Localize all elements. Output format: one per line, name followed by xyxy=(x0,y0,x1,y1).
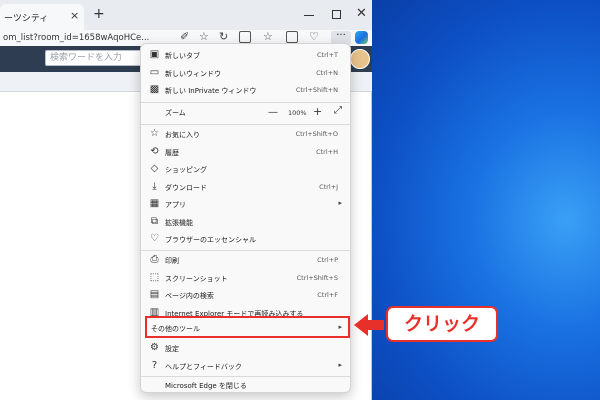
menu-item-shopping[interactable]: ◇ ショッピング xyxy=(141,161,350,179)
menu-item-screenshot[interactable]: ⬚ スクリーンショット Ctrl+Shift+S xyxy=(141,270,350,288)
menu-item-history[interactable]: ⟲ 履歴 Ctrl+H xyxy=(141,144,350,162)
menu-item-downloads[interactable]: ⤓ ダウンロード Ctrl+J xyxy=(141,179,350,197)
window-close-button[interactable]: ✕ xyxy=(356,6,367,21)
submenu-arrow-icon: ▸ xyxy=(338,199,342,207)
menu-item-zoom: ズーム — 100% + ⤢ xyxy=(141,104,350,122)
read-aloud-icon[interactable]: ✐ xyxy=(180,30,189,44)
menu-item-label: Microsoft Edge を閉じる xyxy=(165,382,247,390)
menu-item-label: ズーム xyxy=(165,109,186,117)
zoom-out-button[interactable]: — xyxy=(268,107,278,118)
menu-item-label: お気に入り xyxy=(165,131,200,139)
inprivate-icon: ▩ xyxy=(149,84,160,95)
help-icon: ? xyxy=(151,359,158,371)
menu-item-label: 新しいタブ xyxy=(165,52,200,60)
menu-item-shortcut: Ctrl+H xyxy=(316,147,338,156)
menu-item-label: ブラウザーのエッセンシャル xyxy=(165,236,256,244)
zoom-level: 100% xyxy=(288,109,307,117)
menu-item-shortcut: Ctrl+Shift+S xyxy=(296,273,338,282)
menu-item-shortcut: Ctrl+P xyxy=(317,256,338,264)
menu-item-close-edge[interactable]: Microsoft Edge を閉じる xyxy=(141,377,350,395)
menu-item-extensions[interactable]: ⧉ 拡張機能 xyxy=(141,214,350,232)
collections-icon[interactable] xyxy=(286,31,298,43)
menu-item-shortcut: Ctrl+Shift+N xyxy=(295,86,338,94)
menu-item-favorites[interactable]: ☆ お気に入り Ctrl+Shift+O xyxy=(141,126,350,144)
menu-item-label: ページ内の検索 xyxy=(165,292,214,300)
refresh-page-icon[interactable]: ↻ xyxy=(219,30,228,44)
menu-item-label: 拡張機能 xyxy=(165,218,193,227)
menu-item-label: 新しいウィンドウ xyxy=(165,69,221,78)
menu-item-shortcut: Ctrl+T xyxy=(317,51,338,59)
tab-close-button[interactable]: × xyxy=(70,9,79,22)
favorites-icon: ☆ xyxy=(150,128,159,139)
shopping-icon: ◇ xyxy=(150,163,159,174)
site-search-input[interactable]: 検索ワードを入力 xyxy=(45,50,145,66)
history-icon: ⟲ xyxy=(150,145,159,157)
fullscreen-icon[interactable]: ⤢ xyxy=(334,105,342,116)
menu-divider xyxy=(141,102,350,103)
menu-item-new-inprivate-window[interactable]: ▩ 新しい InPrivate ウィンドウ Ctrl+Shift+N xyxy=(141,82,350,100)
menu-divider xyxy=(141,124,350,125)
apps-icon: ▦ xyxy=(149,198,160,209)
highlight-box xyxy=(145,316,350,338)
menu-item-shortcut: Ctrl+N xyxy=(316,68,338,77)
click-callout: クリック xyxy=(386,306,498,342)
pointer-arrow-icon xyxy=(354,314,384,336)
menu-item-browser-essentials[interactable]: ♡ ブラウザーのエッセンシャル xyxy=(141,231,350,249)
menu-item-label: ダウンロード xyxy=(165,183,207,192)
menu-item-settings[interactable]: ⚙ 設定 xyxy=(141,340,350,358)
copilot-icon[interactable] xyxy=(355,31,368,44)
extensions-icon: ⧉ xyxy=(150,215,159,227)
tab-bar: ーツシティ × + ✕ xyxy=(0,0,372,30)
new-window-icon: ▭ xyxy=(149,66,160,78)
screenshot-icon: ⬚ xyxy=(149,271,160,283)
menu-item-label: アプリ xyxy=(165,201,186,209)
browser-essentials-icon[interactable]: ♡ xyxy=(309,30,319,44)
menu-item-label: ヘルプとフィードバック xyxy=(165,362,242,371)
menu-item-label: 履歴 xyxy=(165,148,179,157)
settings-menu: ▣ 新しいタブ Ctrl+T ▭ 新しいウィンドウ Ctrl+N ▩ 新しい I… xyxy=(140,43,351,393)
avatar[interactable] xyxy=(350,49,370,69)
screenshot-stage: ーツシティ × + ✕ om_list?room_id=1658wAqoHCe.… xyxy=(0,0,600,400)
essentials-icon: ♡ xyxy=(150,233,159,244)
menu-item-shortcut: Ctrl+Shift+O xyxy=(295,130,338,138)
menu-item-print[interactable]: ⎙ 印刷 Ctrl+P xyxy=(141,252,350,270)
tab-title: ーツシティ xyxy=(4,14,49,24)
menu-item-help-feedback[interactable]: ? ヘルプとフィードバック ▸ xyxy=(141,358,350,376)
menu-item-apps[interactable]: ▦ アプリ ▸ xyxy=(141,196,350,214)
print-icon: ⎙ xyxy=(150,254,159,265)
menu-item-shortcut: Ctrl+J xyxy=(319,182,338,191)
new-tab-icon: ▣ xyxy=(149,49,160,60)
menu-item-label: スクリーンショット xyxy=(165,274,228,283)
zoom-in-button[interactable]: + xyxy=(313,105,322,118)
download-icon: ⤓ xyxy=(152,180,157,192)
favorite-star-icon[interactable]: ☆ xyxy=(199,30,209,44)
browser-tab[interactable]: ーツシティ × xyxy=(0,4,84,30)
menu-item-shortcut: Ctrl+F xyxy=(317,291,338,299)
split-screen-icon[interactable] xyxy=(239,31,251,43)
menu-item-label: ショッピング xyxy=(165,166,207,174)
menu-item-label: 設定 xyxy=(165,345,179,353)
menu-item-find-on-page[interactable]: ▤ ページ内の検索 Ctrl+F xyxy=(141,287,350,305)
maximize-button[interactable] xyxy=(332,10,341,19)
settings-icon: ⚙ xyxy=(150,342,159,353)
menu-item-label: 印刷 xyxy=(165,257,179,265)
new-tab-button[interactable]: + xyxy=(93,7,105,21)
menu-item-label: 新しい InPrivate ウィンドウ xyxy=(165,87,257,95)
menu-divider xyxy=(141,250,350,251)
minimize-button[interactable] xyxy=(304,15,314,16)
submenu-arrow-icon: ▸ xyxy=(338,360,342,369)
menu-item-new-window[interactable]: ▭ 新しいウィンドウ Ctrl+N xyxy=(141,65,350,83)
menu-item-new-tab[interactable]: ▣ 新しいタブ Ctrl+T xyxy=(141,47,350,65)
find-icon: ▤ xyxy=(149,289,160,300)
favorites-bar-icon[interactable]: ☆ xyxy=(263,30,273,44)
